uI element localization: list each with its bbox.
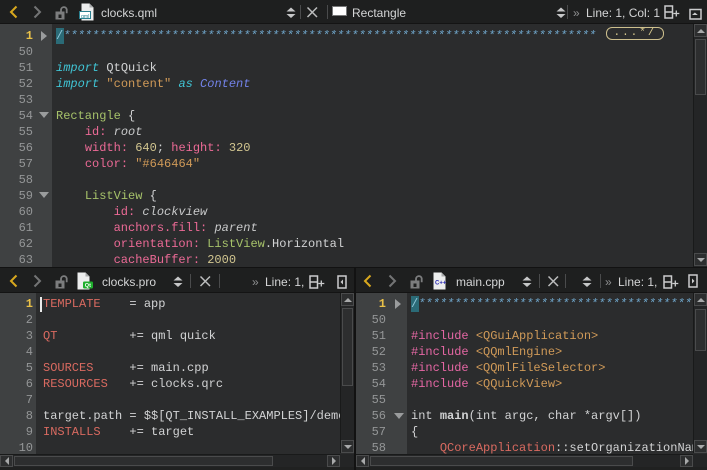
svg-text:C++: C++ (435, 281, 447, 287)
svg-text:Qt: Qt (85, 283, 91, 289)
svg-text:qml: qml (81, 14, 89, 19)
